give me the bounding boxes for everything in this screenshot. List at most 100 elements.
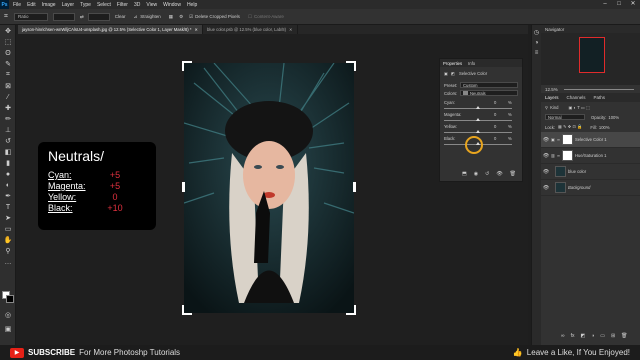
filter-icons[interactable]: ▣ ◐ T ▭ ⬚ bbox=[568, 105, 589, 110]
ratio-width-field[interactable] bbox=[52, 12, 75, 21]
dodge-tool-icon[interactable]: ◐ bbox=[3, 180, 13, 190]
move-tool-icon[interactable]: ✥ bbox=[3, 26, 13, 36]
menu-view[interactable]: View bbox=[146, 2, 157, 8]
menu-3d[interactable]: 3D bbox=[134, 2, 140, 8]
menu-file[interactable]: File bbox=[13, 2, 21, 8]
menu-type[interactable]: Type bbox=[80, 2, 91, 8]
settings-gear-icon[interactable]: ⚙ bbox=[179, 14, 183, 20]
marquee-tool-icon[interactable]: ⬚ bbox=[3, 37, 13, 47]
delete-cropped-pixels-label[interactable]: Delete Cropped Pixels bbox=[195, 14, 240, 19]
crop-tool-icon[interactable]: ⌗ bbox=[3, 70, 13, 80]
tab-main-document[interactable]: jayson-hinrichsen-wnWiljCAlsU4-unsplash.… bbox=[18, 25, 204, 34]
layer-hue-saturation[interactable]: 👁 ▥ ∞ Hue/Saturation 1 bbox=[541, 148, 640, 164]
cyan-value[interactable]: 0 bbox=[494, 100, 496, 105]
crop-handle-top-left[interactable] bbox=[182, 61, 192, 71]
crop-handle-bottom-right[interactable] bbox=[346, 305, 356, 315]
navigator-view-box[interactable] bbox=[579, 37, 605, 73]
zoom-slider[interactable] bbox=[563, 88, 634, 90]
crop-tool-icon[interactable]: ⌗ bbox=[4, 13, 8, 21]
blur-tool-icon[interactable]: ● bbox=[3, 169, 13, 179]
tab-blue-color[interactable]: blue color.psb @ 12.5% (blue color, Lab/… bbox=[203, 25, 298, 34]
layer-thumbnail[interactable] bbox=[555, 182, 566, 193]
visibility-icon[interactable]: 👁 bbox=[496, 171, 502, 177]
eye-icon[interactable]: 👁 bbox=[541, 169, 551, 175]
layer-blue-color[interactable]: 👁 blue color bbox=[541, 164, 640, 180]
colors-select[interactable]: Neutrals bbox=[460, 90, 518, 96]
menu-window[interactable]: Window bbox=[163, 2, 181, 8]
shape-tool-icon[interactable]: ▭ bbox=[3, 224, 13, 234]
menu-help[interactable]: Help bbox=[187, 2, 197, 8]
gradient-tool-icon[interactable]: ▮ bbox=[3, 158, 13, 168]
cyan-slider-thumb[interactable] bbox=[476, 106, 480, 109]
kind-filter[interactable]: Kind bbox=[550, 105, 558, 110]
crop-handle-bottom-left[interactable] bbox=[182, 305, 192, 315]
layer-mask-thumbnail[interactable] bbox=[561, 134, 573, 145]
straighten-icon[interactable]: ⊿ bbox=[134, 14, 138, 20]
close-tab-icon[interactable]: ✕ bbox=[289, 27, 293, 32]
history-icon[interactable]: ◷ bbox=[532, 29, 541, 36]
checkbox-icon[interactable]: ☑ bbox=[189, 14, 193, 20]
crop-handle-left-mid[interactable] bbox=[182, 182, 185, 192]
menu-layer[interactable]: Layer bbox=[62, 2, 75, 8]
lasso-tool-icon[interactable]: ʘ bbox=[3, 48, 13, 58]
magenta-slider-thumb[interactable] bbox=[476, 118, 480, 121]
tab-channels[interactable]: Channels bbox=[567, 95, 586, 100]
new-layer-icon[interactable]: ⊞ bbox=[611, 333, 615, 339]
navigator-preview[interactable] bbox=[541, 33, 640, 85]
menu-edit[interactable]: Edit bbox=[27, 2, 36, 8]
brush-tool-icon[interactable]: ✏ bbox=[3, 114, 13, 124]
eye-icon[interactable]: 👁 bbox=[541, 185, 551, 191]
tab-info[interactable]: Info bbox=[468, 61, 475, 66]
content-aware-label[interactable]: Content-Aware bbox=[254, 14, 284, 19]
healing-brush-icon[interactable]: ✚ bbox=[3, 103, 13, 113]
yellow-slider-thumb[interactable] bbox=[476, 130, 480, 133]
minimize-icon[interactable]: – bbox=[598, 0, 612, 9]
lock-icons[interactable]: ▦ ✎ ✥ ⊡ 🔒 bbox=[558, 124, 582, 130]
mask-icon[interactable]: ◩ bbox=[451, 71, 455, 76]
crop-handle-right-mid[interactable] bbox=[353, 182, 356, 192]
frame-tool-icon[interactable]: ⊠ bbox=[3, 81, 13, 91]
link-icon[interactable]: ∞ bbox=[561, 333, 565, 339]
view-previous-icon[interactable]: ◉ bbox=[474, 171, 478, 177]
eyedropper-tool-icon[interactable]: ⁄ bbox=[3, 92, 13, 102]
grid-overlay-icon[interactable]: ▦ bbox=[169, 14, 173, 20]
tab-paths[interactable]: Paths bbox=[594, 95, 606, 100]
close-tab-icon[interactable]: ✕ bbox=[195, 27, 199, 32]
layer-mask-thumbnail[interactable] bbox=[561, 150, 573, 161]
quick-select-tool-icon[interactable]: ✎ bbox=[3, 59, 13, 69]
menu-image[interactable]: Image bbox=[42, 2, 56, 8]
ratio-select[interactable]: Ratio bbox=[13, 12, 48, 21]
more-tools-icon[interactable]: … bbox=[3, 257, 13, 267]
new-adjustment-icon[interactable]: ◑ bbox=[591, 333, 594, 339]
preset-select[interactable]: Custom bbox=[460, 82, 518, 88]
layer-background[interactable]: 👁 Background bbox=[541, 180, 640, 196]
document-image[interactable] bbox=[184, 63, 354, 313]
hand-tool-icon[interactable]: ✋ bbox=[3, 235, 13, 245]
path-select-icon[interactable]: ➤ bbox=[3, 213, 13, 223]
menu-filter[interactable]: Filter bbox=[117, 2, 128, 8]
eye-icon[interactable]: 👁 bbox=[541, 137, 551, 143]
layer-thumbnail[interactable] bbox=[555, 166, 566, 177]
tab-properties[interactable]: Properties bbox=[443, 61, 462, 66]
adjustments-icon[interactable]: ◑ bbox=[532, 40, 541, 46]
background-color-swatch[interactable] bbox=[6, 295, 14, 303]
trash-icon[interactable]: 🗑 bbox=[621, 333, 627, 339]
close-icon[interactable]: ✕ bbox=[626, 0, 640, 9]
tab-layers[interactable]: Layers bbox=[545, 95, 559, 100]
content-aware-checkbox[interactable]: ☐ bbox=[248, 14, 252, 20]
add-mask-icon[interactable]: ◩ bbox=[580, 333, 585, 339]
fx-icon[interactable]: fx bbox=[571, 333, 575, 339]
stamp-tool-icon[interactable]: ⊥ bbox=[3, 125, 13, 135]
black-value[interactable]: 0 bbox=[494, 136, 496, 141]
zoom-value[interactable]: 12.5% bbox=[545, 87, 558, 92]
eye-icon[interactable]: 👁 bbox=[541, 153, 551, 159]
swap-icon[interactable]: ⇄ bbox=[80, 14, 84, 20]
layer-selective-color[interactable]: 👁 ▣ ∞ Selective Color 1 bbox=[541, 132, 640, 148]
folder-icon[interactable]: ▭ bbox=[600, 333, 605, 339]
properties-icon[interactable]: ≡ bbox=[532, 50, 541, 56]
pen-tool-icon[interactable]: ✒ bbox=[3, 191, 13, 201]
history-brush-icon[interactable]: ↺ bbox=[3, 136, 13, 146]
clip-to-layer-icon[interactable]: ⬒ bbox=[462, 171, 467, 177]
blend-mode-select[interactable]: Normal bbox=[545, 114, 585, 120]
zoom-tool-icon[interactable]: ⚲ bbox=[3, 246, 13, 256]
